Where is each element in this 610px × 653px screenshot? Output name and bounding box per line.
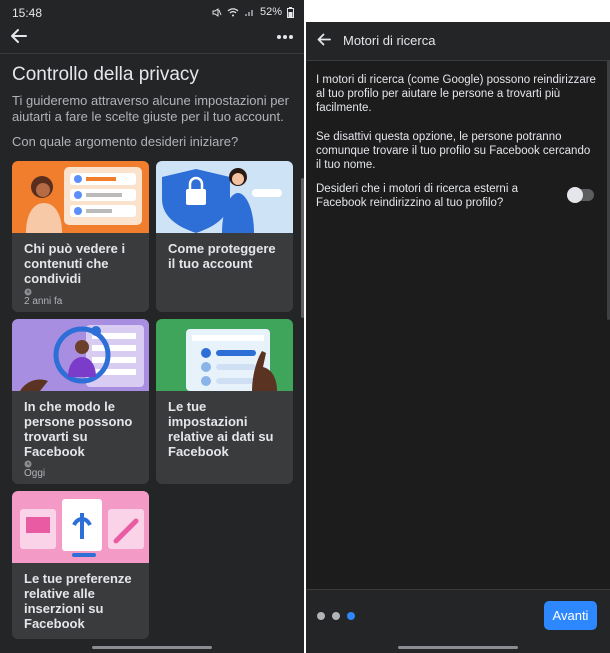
clock-icon bbox=[24, 288, 32, 296]
next-button[interactable]: Avanti bbox=[544, 601, 597, 630]
card-illustration-audience bbox=[12, 161, 149, 233]
signal-icon bbox=[244, 10, 253, 16]
topic-card-audience[interactable]: Chi può vedere i contenuti che condividi… bbox=[12, 161, 149, 312]
top-app-bar bbox=[0, 24, 304, 52]
navigation-bar bbox=[306, 641, 610, 653]
battery-percent: 52% bbox=[259, 6, 282, 18]
battery-icon bbox=[287, 6, 294, 18]
top-app-bar: Motori di ricerca bbox=[306, 22, 610, 61]
page-title: Controllo della privacy bbox=[12, 64, 199, 85]
card-meta: Oggi bbox=[24, 460, 45, 479]
back-arrow-icon[interactable] bbox=[317, 33, 331, 46]
topic-card-find-you[interactable]: In che modo le persone possono trovarti … bbox=[12, 319, 149, 484]
card-label: Le tue impostazioni relative ai dati su … bbox=[168, 399, 274, 459]
back-arrow-icon[interactable] bbox=[10, 28, 28, 44]
status-bar-area bbox=[306, 0, 610, 22]
header-divider bbox=[0, 53, 304, 54]
gesture-bar[interactable] bbox=[398, 646, 518, 649]
card-illustration-data bbox=[156, 319, 293, 391]
card-illustration-ads bbox=[12, 491, 149, 563]
wizard-footer: Avanti bbox=[306, 589, 610, 642]
search-engine-toggle[interactable] bbox=[567, 187, 594, 203]
status-bar: 15:48 52% bbox=[0, 0, 304, 24]
topic-question: Con quale argomento desideri iniziare? bbox=[12, 134, 239, 149]
pager-dot-3-active bbox=[347, 612, 355, 620]
setting-question: Desideri che i motori di ricerca esterni… bbox=[316, 183, 518, 209]
description-paragraph-2: Se disattivi questa opzione, le persone … bbox=[316, 131, 591, 171]
card-label: Come proteggere il tuo account bbox=[168, 241, 276, 271]
card-meta: 2 anni fa bbox=[24, 288, 62, 307]
topic-card-ad-preferences[interactable]: Le tue preferenze relative alle inserzio… bbox=[12, 491, 149, 639]
status-time: 15:48 bbox=[12, 6, 43, 20]
card-label: Chi può vedere i contenuti che condividi bbox=[24, 241, 126, 286]
card-label: Le tue preferenze relative alle inserzio… bbox=[24, 571, 132, 631]
status-icons: 52% bbox=[211, 6, 294, 18]
mute-icon bbox=[212, 7, 222, 17]
scrollbar[interactable] bbox=[301, 178, 304, 318]
more-icon[interactable] bbox=[276, 34, 294, 40]
pager-dot-1 bbox=[317, 612, 325, 620]
wifi-icon bbox=[227, 8, 239, 17]
card-illustration-security bbox=[156, 161, 293, 233]
page-title: Motori di ricerca bbox=[343, 33, 436, 48]
topic-card-security[interactable]: Come proteggere il tuo account bbox=[156, 161, 293, 312]
page-subtitle: Ti guideremo attraverso alcune impostazi… bbox=[12, 93, 289, 124]
description-paragraph-1: I motori di ricerca (come Google) posson… bbox=[316, 74, 596, 114]
clock-icon bbox=[24, 460, 32, 468]
privacy-checkup-screen: 15:48 52% Controllo della privacy Ti gui… bbox=[0, 0, 304, 653]
gesture-bar[interactable] bbox=[92, 646, 212, 649]
topic-card-data-settings[interactable]: Le tue impostazioni relative ai dati su … bbox=[156, 319, 293, 484]
pager-dot-2 bbox=[332, 612, 340, 620]
card-label: In che modo le persone possono trovarti … bbox=[24, 399, 133, 459]
card-illustration-search bbox=[12, 319, 149, 391]
toggle-knob bbox=[567, 187, 583, 203]
search-engines-screen: Motori di ricerca I motori di ricerca (c… bbox=[306, 0, 610, 653]
